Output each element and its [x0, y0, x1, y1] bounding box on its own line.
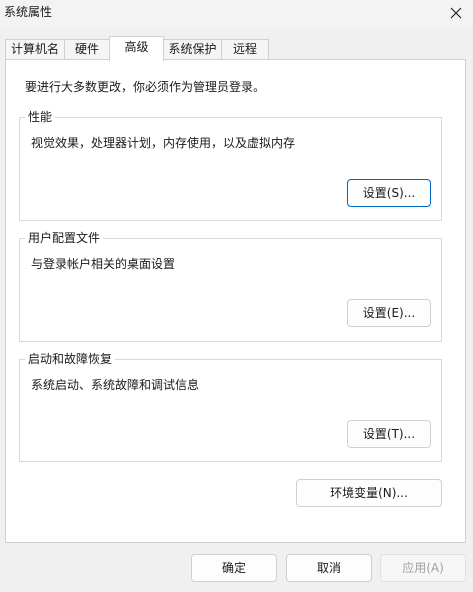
- performance-group-title: 性能: [25, 109, 56, 125]
- system-properties-window: 系统属性 计算机名 硬件 高级 系统保护 远程 要进行大多数更改，你必须作为管理…: [0, 0, 473, 592]
- advanced-tab-panel: 要进行大多数更改，你必须作为管理员登录。 性能 视觉效果，处理器计划，内存使用，…: [5, 59, 466, 543]
- user-profiles-description: 与登录帐户相关的桌面设置: [31, 257, 176, 271]
- startup-recovery-group: 启动和故障恢复 系统启动、系统故障和调试信息 设置(T)...: [19, 351, 442, 462]
- tab-computer-name[interactable]: 计算机名: [5, 39, 65, 60]
- environment-variables-button[interactable]: 环境变量(N)...: [296, 479, 442, 507]
- user-profiles-group: 用户配置文件 与登录帐户相关的桌面设置 设置(E)...: [19, 230, 442, 342]
- startup-recovery-settings-button[interactable]: 设置(T)...: [347, 420, 431, 448]
- tab-system-protection[interactable]: 系统保护: [163, 39, 222, 60]
- window-title: 系统属性: [4, 5, 53, 19]
- dialog-footer: 确定 取消 应用(A): [0, 543, 473, 592]
- performance-settings-button[interactable]: 设置(S)...: [347, 179, 431, 207]
- title-bar: 系统属性: [0, 0, 473, 26]
- close-button[interactable]: [439, 0, 473, 26]
- user-profiles-settings-button[interactable]: 设置(E)...: [347, 299, 431, 327]
- tab-hardware[interactable]: 硬件: [64, 39, 110, 60]
- startup-recovery-group-title: 启动和故障恢复: [25, 351, 116, 367]
- apply-button[interactable]: 应用(A): [380, 554, 466, 582]
- ok-button[interactable]: 确定: [191, 554, 277, 582]
- close-icon: [450, 7, 462, 19]
- performance-description: 视觉效果，处理器计划，内存使用，以及虚拟内存: [31, 136, 296, 150]
- cancel-button[interactable]: 取消: [286, 554, 372, 582]
- startup-recovery-description: 系统启动、系统故障和调试信息: [31, 378, 200, 392]
- user-profiles-group-title: 用户配置文件: [25, 230, 104, 246]
- performance-group: 性能 视觉效果，处理器计划，内存使用，以及虚拟内存 设置(S)...: [19, 109, 442, 221]
- tab-remote[interactable]: 远程: [221, 39, 269, 60]
- tab-advanced[interactable]: 高级: [109, 36, 164, 61]
- admin-notice: 要进行大多数更改，你必须作为管理员登录。: [25, 80, 266, 94]
